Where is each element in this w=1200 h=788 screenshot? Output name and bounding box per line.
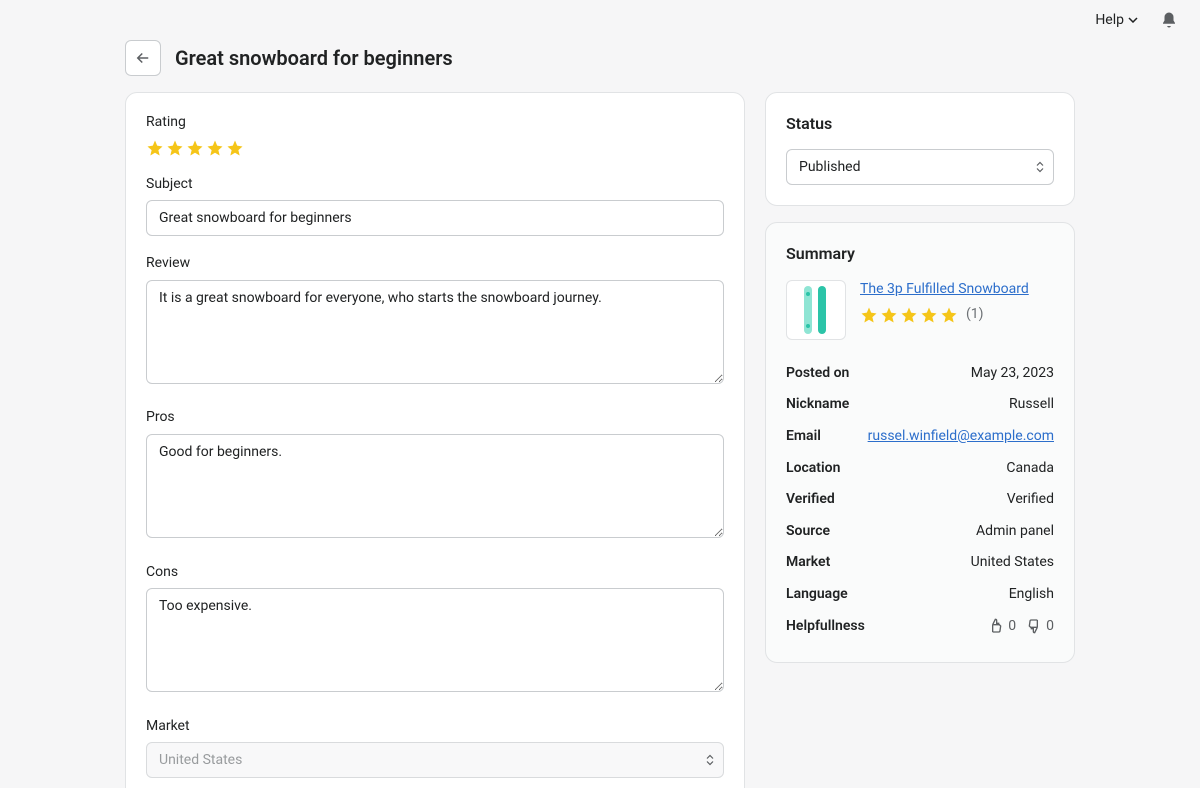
status-heading: Status: [786, 113, 1054, 135]
star-icon: [900, 306, 918, 324]
review-label: Review: [146, 254, 724, 274]
arrow-left-icon: [134, 49, 152, 67]
star-icon: [206, 139, 224, 157]
summary-row-email: Email russel.winfield@example.com: [786, 421, 1054, 453]
summary-row-verified: Verified Verified: [786, 484, 1054, 516]
pros-label: Pros: [146, 408, 724, 428]
summary-row-language: Language English: [786, 579, 1054, 611]
summary-card: Summary The 3p Fulfilled Snowboard: [765, 222, 1075, 663]
subject-label: Subject: [146, 175, 724, 195]
help-menu-button[interactable]: Help: [1095, 12, 1138, 28]
star-icon: [940, 306, 958, 324]
summary-row-market: Market United States: [786, 547, 1054, 579]
status-card: Status Published: [765, 92, 1075, 206]
page-title: Great snowboard for beginners: [175, 44, 453, 72]
email-link[interactable]: russel.winfield@example.com: [868, 427, 1054, 447]
cons-textarea[interactable]: Too expensive.: [146, 588, 724, 692]
product-thumbnail: [786, 280, 846, 340]
market-label: Market: [146, 717, 724, 737]
summary-row-nickname: Nickname Russell: [786, 389, 1054, 421]
summary-row-location: Location Canada: [786, 453, 1054, 485]
market-select: United States: [146, 742, 724, 778]
rating-label: Rating: [146, 113, 724, 133]
star-icon: [860, 306, 878, 324]
summary-heading: Summary: [786, 243, 1054, 265]
bell-icon: [1160, 11, 1178, 29]
subject-input[interactable]: [146, 200, 724, 236]
review-edit-card: Rating Subject Review It is a grea: [125, 92, 745, 788]
star-icon: [186, 139, 204, 157]
pros-textarea[interactable]: Good for beginners.: [146, 434, 724, 538]
notifications-button[interactable]: [1160, 11, 1178, 29]
star-icon: [920, 306, 938, 324]
star-icon: [166, 139, 184, 157]
downvote-count: 0: [1026, 617, 1054, 637]
help-label: Help: [1095, 12, 1124, 28]
product-link[interactable]: The 3p Fulfilled Snowboard: [860, 281, 1029, 297]
rating-count: (1): [966, 305, 984, 325]
cons-label: Cons: [146, 563, 724, 583]
summary-row-source: Source Admin panel: [786, 516, 1054, 548]
star-icon: [880, 306, 898, 324]
thumbs-up-icon: [988, 618, 1004, 634]
snowboard-icon: [796, 284, 836, 336]
status-select[interactable]: Published: [786, 149, 1054, 185]
upvote-count: 0: [988, 617, 1016, 637]
summary-rating-stars: [860, 306, 958, 324]
caret-down-icon: [1128, 17, 1138, 23]
review-textarea[interactable]: It is a great snowboard for everyone, wh…: [146, 280, 724, 384]
thumbs-down-icon: [1026, 618, 1042, 634]
summary-row-posted-on: Posted on May 23, 2023: [786, 358, 1054, 390]
summary-row-helpfulness: Helpfullness 0 0: [786, 611, 1054, 643]
star-icon: [146, 139, 164, 157]
star-icon: [226, 139, 244, 157]
rating-input[interactable]: [146, 139, 724, 157]
back-button[interactable]: [125, 40, 161, 76]
